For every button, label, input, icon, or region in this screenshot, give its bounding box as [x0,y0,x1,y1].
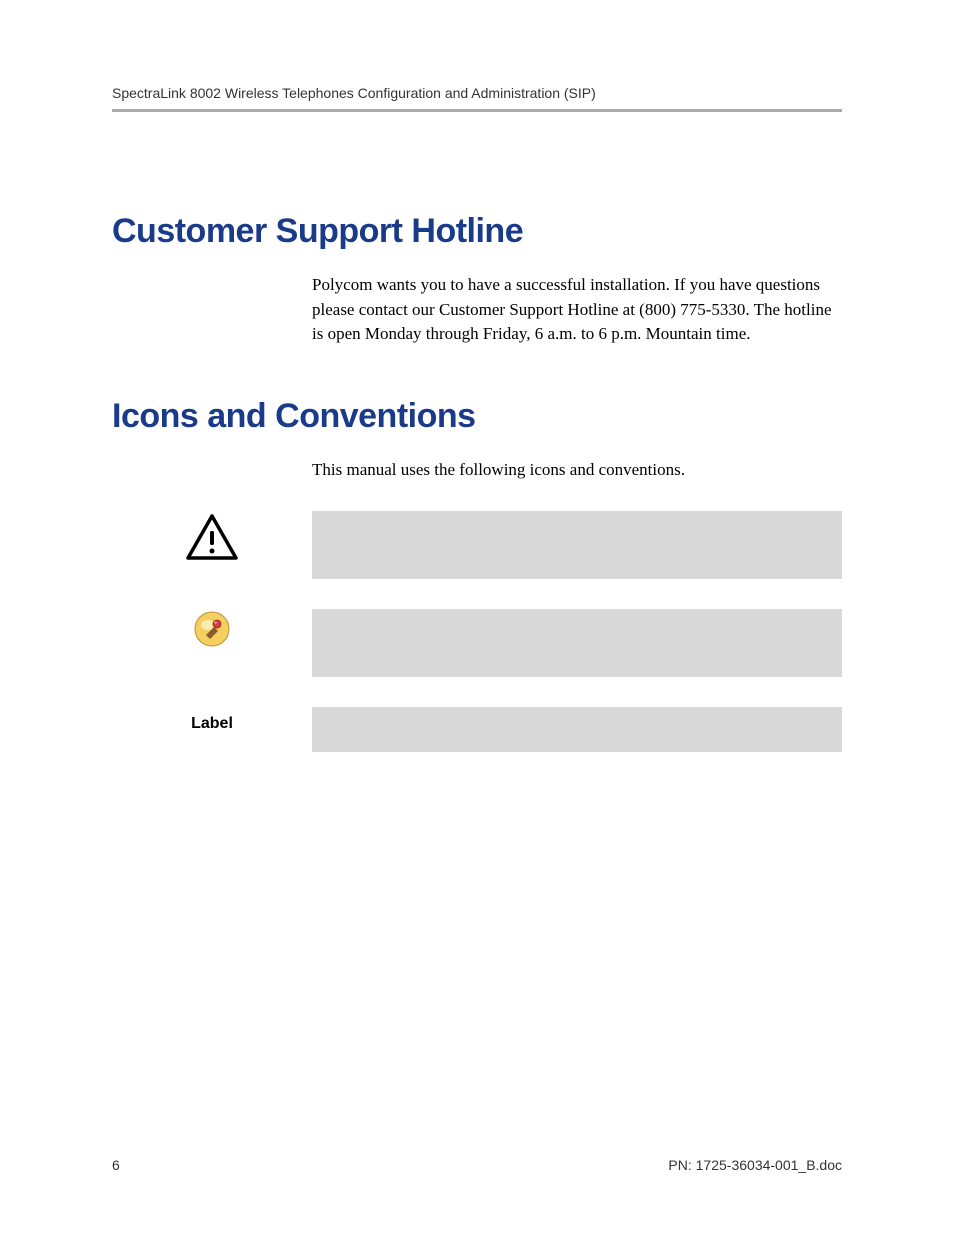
page-number: 6 [112,1157,120,1173]
caution-icon [185,513,239,566]
pushpin-icon [194,611,230,647]
footer: 6 PN: 1725-36034-001_B.doc [112,1157,842,1173]
icons-heading: Icons and Conventions [112,397,842,436]
note-icon-cell [112,609,312,647]
caution-row [112,511,842,579]
icons-intro: This manual uses the following icons and… [312,458,842,483]
note-description-box [312,609,842,677]
header-rule [112,109,842,112]
header-title: SpectraLink 8002 Wireless Telephones Con… [112,85,842,101]
label-row: Label [112,707,842,752]
label-description-box [312,707,842,752]
doc-id: PN: 1725-36034-001_B.doc [668,1157,842,1173]
label-text: Label [112,707,312,733]
note-row [112,609,842,677]
caution-icon-cell [112,511,312,566]
caution-description-box [312,511,842,579]
hotline-body: Polycom wants you to have a successful i… [312,273,832,347]
hotline-heading: Customer Support Hotline [112,212,842,251]
